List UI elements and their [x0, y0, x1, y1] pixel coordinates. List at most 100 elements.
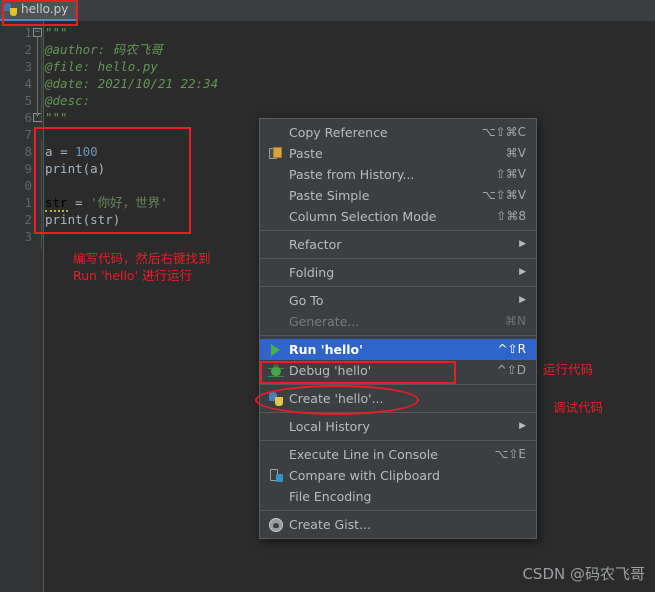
menu-item-icon-empty [268, 265, 284, 281]
editor-tab-hello-py[interactable]: hello.py › [0, 0, 78, 21]
menu-separator [260, 440, 536, 441]
menu-item-label: Paste Simple [289, 188, 370, 203]
menu-item-label: Generate... [289, 314, 360, 329]
code-line[interactable]: @author: 码农飞哥 [45, 41, 163, 58]
menu-item-compare-with-clipboard[interactable]: Compare with Clipboard [260, 465, 536, 486]
python-file-icon [4, 3, 17, 16]
indent-guide [41, 139, 42, 249]
menu-item-file-encoding[interactable]: File Encoding [260, 486, 536, 507]
code-token: str [45, 195, 68, 212]
line-number: 8 [24, 144, 32, 159]
menu-item-column-selection-mode[interactable]: Column Selection Mode ⇧⌘8 [260, 206, 536, 227]
menu-item-debug-hello[interactable]: Debug 'hello' ^⇧D [260, 360, 536, 381]
clipboard-diff-icon [268, 468, 284, 484]
chevron-right-icon: ▶ [519, 295, 526, 305]
menu-item-create-gist[interactable]: Create Gist... [260, 514, 536, 535]
menu-item-icon-empty [268, 314, 284, 330]
menu-item-label: Column Selection Mode [289, 209, 437, 224]
line-number: 5 [24, 93, 32, 108]
line-number: 3 [24, 59, 32, 74]
menu-item-execute-line-in-console[interactable]: Execute Line in Console ⌥⇧E [260, 444, 536, 465]
menu-item-shortcut: ⇧⌘8 [496, 209, 526, 223]
code-line[interactable]: a = 100 [45, 143, 98, 160]
line-number: 2 [24, 42, 32, 57]
code-token: 100 [75, 144, 98, 159]
line-number: 2 [24, 212, 32, 227]
menu-item-icon-empty [268, 188, 284, 204]
annotation-note-debug: 调试代码 [553, 400, 604, 415]
code-line[interactable]: """ [45, 109, 68, 126]
menu-item-paste[interactable]: Paste ⌘V [260, 143, 536, 164]
menu-item-label: Paste from History... [289, 167, 415, 182]
editor-gutter[interactable]: 1 2 3 4 5 6 7 8 9 0 1 2 3− ⌃ [0, 21, 44, 592]
menu-separator [260, 510, 536, 511]
menu-item-refactor[interactable]: Refactor ▶ [260, 234, 536, 255]
menu-item-icon-empty [268, 419, 284, 435]
menu-item-icon-empty [268, 293, 284, 309]
annotation-note-code: 编写代码，然后右键找到 Run 'hello' 进行运行 [73, 251, 211, 283]
menu-item-shortcut: ⌥⇧E [494, 447, 526, 461]
code-token: print(a) [45, 161, 106, 176]
code-line[interactable]: @file: hello.py [45, 58, 158, 75]
menu-item-shortcut: ⇧⌘V [495, 167, 526, 181]
menu-separator [260, 384, 536, 385]
line-number: 6 [24, 110, 32, 125]
code-line[interactable]: str = '你好，世界' [45, 194, 168, 212]
code-token: @author: 码农飞哥 [45, 42, 163, 57]
menu-separator [260, 286, 536, 287]
code-token: """ [45, 25, 68, 40]
menu-item-label: Create Gist... [289, 517, 372, 532]
menu-item-paste-simple[interactable]: Paste Simple ⌥⇧⌘V [260, 185, 536, 206]
code-token: a [45, 144, 61, 159]
paste-icon [268, 146, 284, 162]
menu-item-shortcut: ⌘N [505, 314, 526, 328]
menu-item-label: Folding [289, 265, 335, 280]
github-icon [268, 517, 284, 533]
menu-item-icon-empty [268, 237, 284, 253]
menu-item-create-hello[interactable]: Create 'hello'... [260, 388, 536, 409]
menu-item-label: Copy Reference [289, 125, 388, 140]
menu-separator [260, 412, 536, 413]
menu-item-label: File Encoding [289, 489, 372, 504]
menu-item-paste-from-history[interactable]: Paste from History... ⇧⌘V [260, 164, 536, 185]
code-token: '你好，世界' [90, 195, 168, 210]
menu-item-shortcut: ^⇧D [496, 363, 526, 377]
code-token: print(str) [45, 212, 121, 227]
editor-context-menu[interactable]: Copy Reference ⌥⇧⌘C Paste ⌘V Paste from Hist… [259, 118, 537, 539]
debug-icon [268, 363, 284, 379]
menu-item-folding[interactable]: Folding ▶ [260, 262, 536, 283]
menu-item-copy-reference[interactable]: Copy Reference ⌥⇧⌘C [260, 122, 536, 143]
editor-tab-label: hello.py [21, 2, 69, 16]
menu-separator [260, 230, 536, 231]
menu-item-go-to[interactable]: Go To ▶ [260, 290, 536, 311]
line-number: 1 [24, 25, 32, 40]
line-number: 0 [24, 178, 32, 193]
code-line[interactable]: print(a) [45, 160, 105, 177]
pycharm-window: hello.py › 1 2 3 4 5 6 7 8 9 0 1 2 3− ⌃ """ @author: 码… [0, 0, 655, 592]
code-line[interactable]: """ [45, 24, 68, 41]
code-line[interactable]: @desc: [45, 92, 90, 109]
code-line[interactable]: @date: 2021/10/21 22:34 [45, 75, 218, 92]
menu-item-label: Execute Line in Console [289, 447, 438, 462]
menu-item-label: Run 'hello' [289, 342, 363, 357]
run-icon [268, 342, 284, 358]
menu-item-icon-empty [268, 125, 284, 141]
line-number: 3 [24, 229, 32, 244]
chevron-right-icon[interactable]: › [74, 4, 78, 15]
menu-item-shortcut: ⌥⇧⌘C [481, 125, 526, 139]
menu-item-label: Compare with Clipboard [289, 468, 440, 483]
line-number: 9 [24, 161, 32, 176]
menu-item-label: Refactor [289, 237, 342, 252]
code-token: = [60, 144, 76, 159]
menu-item-run-hello[interactable]: Run 'hello' ^⇧R [260, 339, 536, 360]
chevron-right-icon: ▶ [519, 239, 526, 249]
menu-item-label: Paste [289, 146, 323, 161]
indent-guide [41, 36, 42, 121]
line-number: 1 [24, 195, 32, 210]
line-number: 4 [24, 76, 32, 91]
code-line[interactable]: print(str) [45, 211, 120, 228]
menu-item-label: Debug 'hello' [289, 363, 372, 378]
csdn-watermark: CSDN @码农飞哥 [522, 565, 645, 583]
menu-item-icon-empty [268, 209, 284, 225]
menu-item-local-history[interactable]: Local History ▶ [260, 416, 536, 437]
